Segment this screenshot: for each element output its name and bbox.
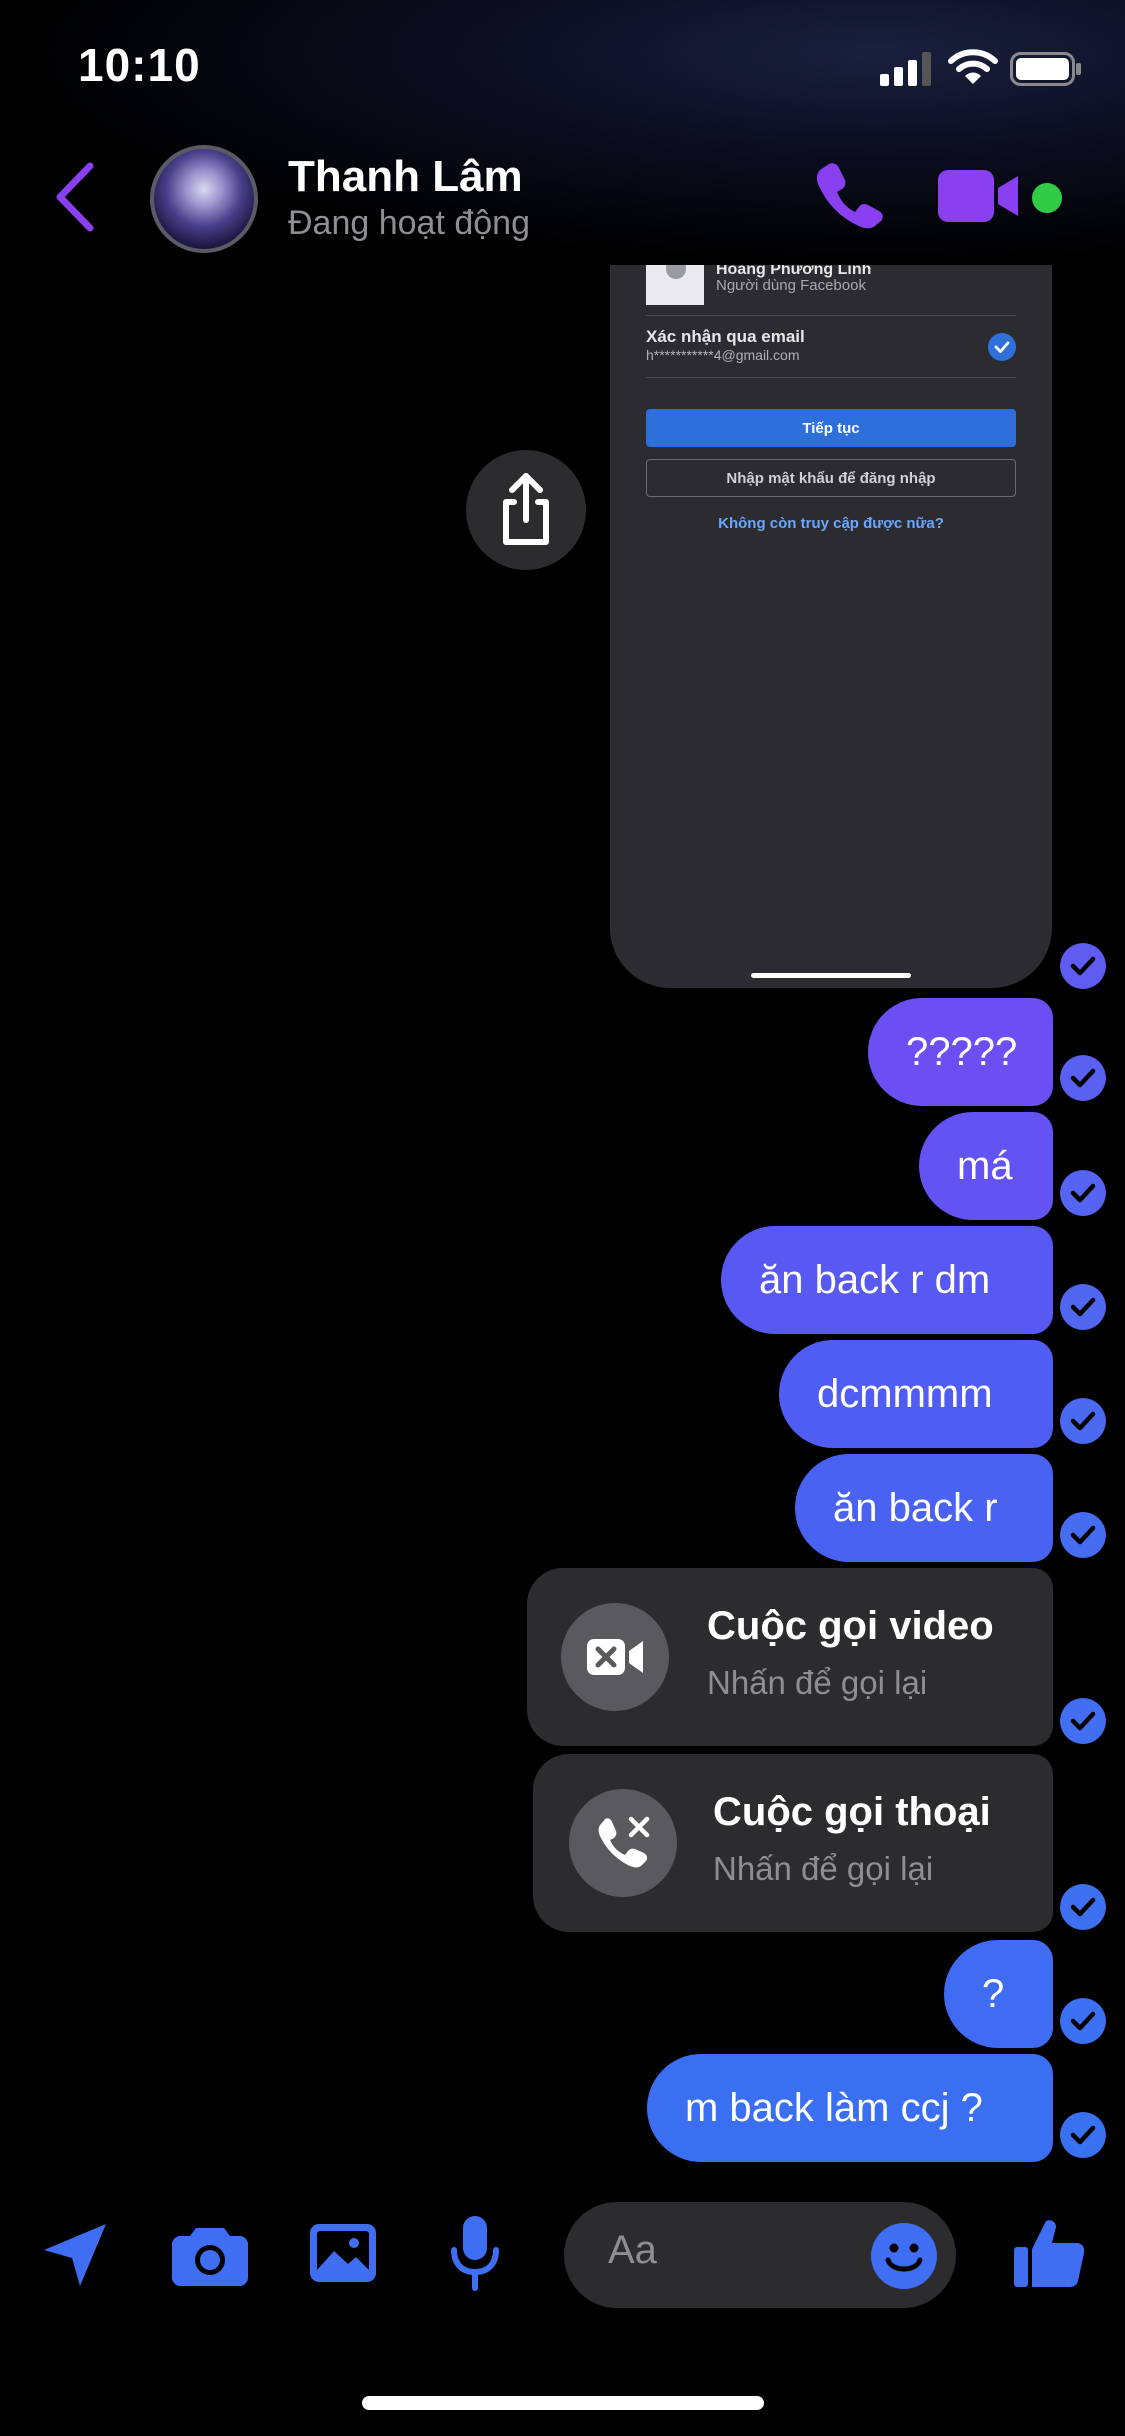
message-text: ? [982,1971,1005,2016]
seen-receipt-icon [1060,1884,1106,1930]
message-text: má [957,1143,1013,1188]
share-icon [503,473,549,545]
seen-receipt-icon [1060,1284,1106,1330]
call-title: Cuộc gọi thoại [713,1790,991,1834]
microphone-icon[interactable] [448,2214,502,2294]
shared-screenshot-image[interactable]: Hoàng Phương Linh Người dùng Facebook Xá… [610,265,1052,988]
location-icon[interactable] [40,2220,110,2290]
preview-no-access-link: Không còn truy cập được nữa? [718,515,944,532]
camera-icon[interactable] [172,2222,248,2286]
call-subtitle: Nhấn để gọi lại [707,1664,928,1701]
message-text: ăn back r [833,1485,998,1530]
message-text: dcmmmm [817,1371,993,1416]
cellular-signal-icon [880,52,931,86]
contact-avatar[interactable] [150,145,258,253]
missed-voice-call-card[interactable]: Cuộc gọi thoại Nhấn để gọi lại [533,1754,1053,1932]
message-text: m back làm ccj ? [685,2085,983,2130]
message-bubble[interactable]: ăn back r [795,1454,1053,1562]
message-bubble[interactable]: m back làm ccj ? [647,2054,1053,2162]
preview-home-indicator [751,973,911,978]
call-subtitle: Nhấn để gọi lại [713,1850,934,1887]
seen-receipt-icon [1060,943,1106,989]
preview-masked-email: h***********4@gmail.com [646,347,800,363]
preview-divider [646,315,1016,316]
seen-receipt-icon [1060,1512,1106,1558]
message-text: ăn back r dm [759,1257,991,1302]
preview-continue-button: Tiếp tục [646,409,1016,447]
gallery-icon[interactable] [308,2218,378,2288]
message-bubble[interactable]: dcmmmm [779,1340,1053,1448]
missed-video-call-card[interactable]: Cuộc gọi video Nhấn để gọi lại [527,1568,1053,1746]
preview-account-type: Người dùng Facebook [716,277,866,294]
emoji-icon[interactable] [870,2222,938,2290]
active-status-dot [1032,183,1062,213]
preview-confirm-title: Xác nhận qua email [646,327,805,346]
status-time: 10:10 [78,39,201,91]
missed-video-icon [561,1603,669,1711]
seen-receipt-icon [1060,1998,1106,2044]
message-bubble[interactable]: ????? [868,998,1053,1106]
seen-receipt-icon [1060,2112,1106,2158]
contact-name[interactable]: Thanh Lâm [288,152,523,202]
preview-password-button: Nhập mật khẩu để đăng nhập [646,459,1016,497]
preview-divider [646,377,1016,378]
message-bubble[interactable]: ăn back r dm [721,1226,1053,1334]
seen-receipt-icon [1060,1055,1106,1101]
message-text: ????? [906,1029,1018,1074]
message-bubble[interactable]: má [919,1112,1053,1220]
message-bubble[interactable]: ? [944,1940,1053,2048]
wifi-icon [948,49,998,84]
contact-status: Đang hoạt động [288,204,530,242]
video-call-button[interactable] [938,168,1022,224]
preview-check-icon [988,333,1016,361]
call-title: Cuộc gọi video [707,1604,994,1648]
like-icon[interactable] [1010,2215,1086,2291]
share-button[interactable] [466,450,586,570]
home-indicator [362,2396,764,2410]
phone-call-button[interactable] [815,160,885,230]
missed-call-icon [569,1789,677,1897]
seen-receipt-icon [1060,1398,1106,1444]
seen-receipt-icon [1060,1170,1106,1216]
message-input-placeholder: Aa [608,2228,657,2272]
back-button[interactable] [52,160,98,234]
battery-icon [1010,52,1081,86]
seen-receipt-icon [1060,1698,1106,1744]
